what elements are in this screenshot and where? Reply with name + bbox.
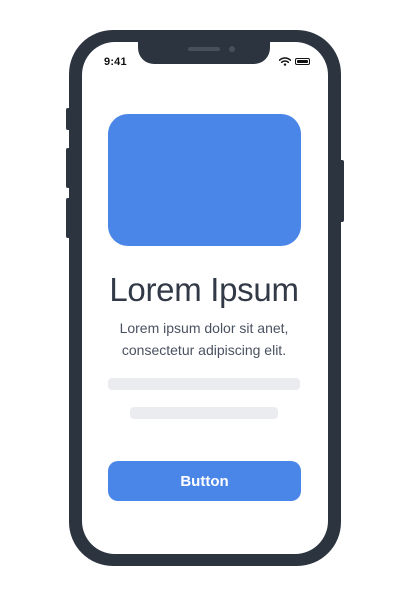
hero-image-placeholder	[108, 114, 301, 246]
volume-down-button	[66, 198, 71, 238]
battery-icon	[295, 58, 310, 65]
skeleton-line-1	[108, 378, 300, 390]
page-title: Lorem Ipsum	[109, 271, 299, 308]
primary-button[interactable]: Button	[108, 461, 301, 501]
skeleton-line-2	[130, 407, 278, 419]
description-text: Lorem ipsum dolor sit anet, consectetur …	[100, 317, 308, 361]
status-time: 9:41	[104, 56, 127, 68]
power-button	[339, 160, 344, 222]
description-line-2: consectetur adipiscing elit.	[121, 342, 287, 358]
volume-up-button	[66, 148, 71, 188]
speaker-grille	[188, 47, 220, 51]
wifi-icon	[279, 57, 291, 66]
notch	[138, 40, 270, 64]
front-camera	[229, 46, 235, 52]
description-line-1: Lorem ipsum dolor sit anet,	[119, 320, 289, 336]
silent-switch	[66, 108, 71, 130]
